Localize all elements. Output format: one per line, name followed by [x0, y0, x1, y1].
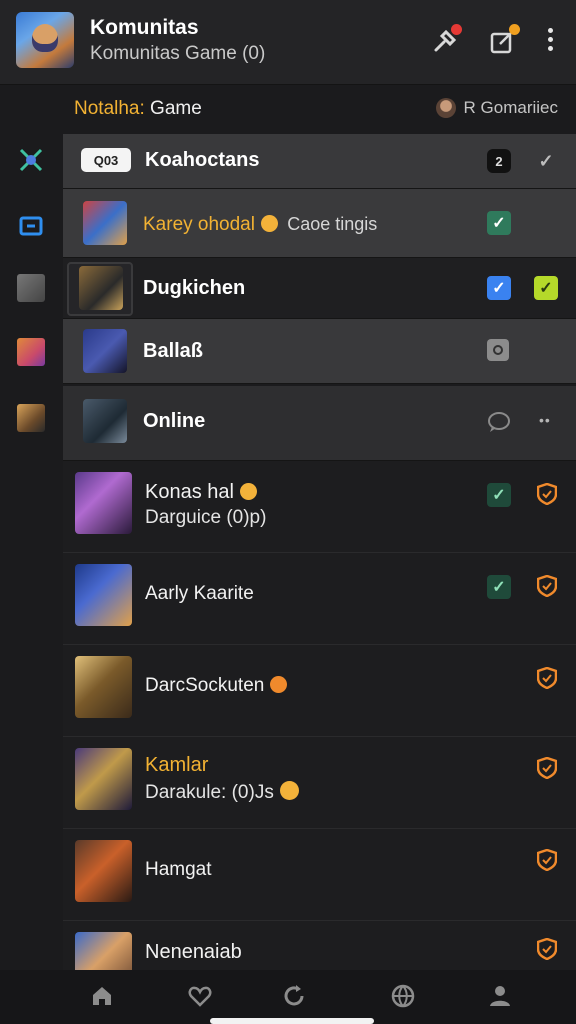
- chat-bubble-icon[interactable]: [17, 212, 45, 240]
- online-title: Online: [143, 410, 206, 432]
- character-portrait-icon[interactable]: [17, 274, 45, 302]
- channel-name: Karey ohodal: [143, 214, 255, 235]
- channel-name: Dugkichen: [143, 277, 246, 299]
- member-name-line: Konas hal: [145, 481, 257, 504]
- member-name: Hamgat: [145, 859, 212, 880]
- check-icon[interactable]: ✓: [487, 575, 511, 599]
- edit-icon[interactable]: [488, 24, 520, 56]
- member-avatar: [75, 472, 132, 534]
- member-name: Aarly Kaarite: [145, 583, 254, 604]
- check-icon[interactable]: ✓: [487, 276, 511, 300]
- more-vertical-icon[interactable]: [538, 28, 562, 56]
- section-title-accent: Notalha:: [74, 98, 145, 119]
- channel-name: Koahoctans: [145, 149, 260, 171]
- server-rail: [0, 133, 62, 970]
- current-user[interactable]: R Gomariiec: [435, 98, 558, 118]
- channel-row[interactable]: Dugkichen ✓ ✓: [63, 258, 576, 319]
- user-label: R Gomariiec: [463, 98, 558, 117]
- shield-icon: [537, 757, 557, 779]
- check-icon[interactable]: ✓: [534, 149, 558, 173]
- refresh-icon[interactable]: [280, 982, 308, 1010]
- home-icon[interactable]: [88, 982, 116, 1010]
- channel-row[interactable]: Karey ohodal Caoe tingis ✓: [63, 189, 576, 258]
- online-section-header: Online ••: [63, 386, 576, 461]
- app-header: Komunitas Komunitas Game (0): [0, 0, 576, 85]
- more-horizontal-icon[interactable]: ••: [539, 412, 551, 428]
- member-status: Darguice (0)p): [145, 507, 267, 528]
- profile-icon[interactable]: [486, 982, 514, 1010]
- member-row[interactable]: Hamgat: [63, 829, 576, 921]
- shield-icon: [537, 575, 557, 597]
- member-row[interactable]: Kamlar Darakule: (0)Js: [63, 737, 576, 829]
- member-name: Konas hal: [145, 481, 234, 503]
- member-row[interactable]: Konas hal Darguice (0)p) ✓: [63, 461, 576, 553]
- channel-thumbnail: [83, 201, 127, 245]
- check-icon[interactable]: ✓: [534, 276, 558, 300]
- search-chip-label: Q03: [93, 152, 119, 168]
- notification-badge: [451, 24, 462, 35]
- channel-name-line: Karey ohodal Caoe tingis: [143, 214, 377, 236]
- member-row[interactable]: Nenenaiab: [63, 921, 576, 971]
- heart-icon[interactable]: [186, 982, 214, 1010]
- character-portrait-icon[interactable]: [17, 404, 45, 432]
- member-name-line: DarcSockuten: [145, 675, 288, 697]
- sword-emblem-icon[interactable]: [17, 146, 45, 174]
- shield-icon: [537, 667, 557, 689]
- bottom-tab-bar: [0, 970, 576, 1024]
- emoji-icon: [260, 215, 278, 232]
- app-title: Komunitas: [90, 16, 199, 39]
- user-avatar: [435, 98, 456, 118]
- lock-icon[interactable]: [487, 339, 509, 361]
- channel-thumbnail: [79, 266, 123, 310]
- section-title-rest: Game: [144, 98, 202, 119]
- shield-icon: [537, 483, 557, 505]
- check-icon[interactable]: ✓: [487, 483, 511, 507]
- character-portrait-icon[interactable]: [17, 338, 45, 366]
- channel-row[interactable]: Ballaß: [63, 319, 576, 384]
- notification-badge: [509, 24, 520, 35]
- member-row[interactable]: Aarly Kaarite ✓: [63, 553, 576, 645]
- member-name: Kamlar: [145, 754, 209, 776]
- emoji-icon: [239, 483, 257, 500]
- home-indicator[interactable]: [210, 1018, 374, 1024]
- member-name: DarcSockuten: [145, 675, 265, 696]
- shield-icon: [537, 849, 557, 871]
- channel-row[interactable]: Q03 Koahoctans 2 ✓: [63, 134, 576, 189]
- member-status-line: Darakule: (0)Js: [145, 781, 299, 804]
- emoji-icon: [279, 781, 299, 800]
- online-thumbnail: [83, 399, 127, 443]
- emoji-icon: [270, 676, 288, 693]
- channel-name: Ballaß: [143, 340, 204, 362]
- member-avatar: [75, 564, 132, 626]
- member-avatar: [75, 840, 132, 902]
- count-badge: 2: [487, 149, 511, 173]
- member-row[interactable]: DarcSockuten: [63, 645, 576, 737]
- check-icon[interactable]: ✓: [487, 211, 511, 235]
- channel-thumbnail: [83, 329, 127, 373]
- game-character-avatar[interactable]: [16, 12, 74, 68]
- search-chip[interactable]: Q03: [81, 148, 131, 172]
- channel-status: Caoe tingis: [287, 214, 378, 234]
- chat-bubble-icon[interactable]: [487, 411, 511, 438]
- member-avatar: [75, 932, 132, 970]
- member-avatar: [75, 656, 132, 718]
- app-subtitle: Komunitas Game (0): [90, 43, 266, 64]
- pin-icon[interactable]: [430, 24, 462, 56]
- member-status: Darakule: (0)Js: [145, 782, 274, 803]
- member-avatar: [75, 748, 132, 810]
- globe-icon[interactable]: [388, 982, 416, 1010]
- section-title: Notalha: Game: [74, 98, 202, 120]
- shield-icon: [537, 938, 557, 960]
- member-name: Nenenaiab: [145, 941, 242, 963]
